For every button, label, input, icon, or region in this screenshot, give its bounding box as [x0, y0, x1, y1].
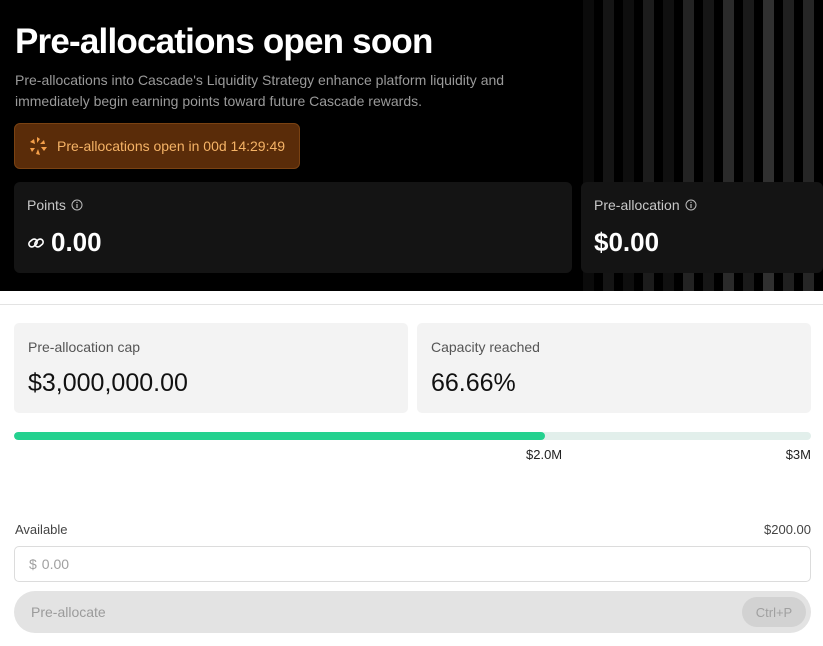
info-icon[interactable] [71, 199, 83, 211]
points-value: 0.00 [51, 227, 102, 257]
preallocation-value: $0.00 [594, 227, 660, 257]
amount-input[interactable] [41, 556, 742, 572]
preallocation-label: Pre-allocation [594, 197, 680, 213]
points-link-icon [28, 237, 44, 248]
preallocation-card: Pre-allocation $0.00 [581, 182, 823, 273]
capacity-label: Capacity reached [431, 339, 540, 355]
section-divider [0, 304, 823, 305]
countdown-text: Pre-allocations open in 00d 14:29:49 [57, 138, 286, 154]
progress-end-label: $3M [785, 447, 811, 462]
progress-marker-label: $2.0M [526, 447, 563, 462]
info-icon[interactable] [685, 199, 697, 211]
page-title: Pre-allocations open soon [15, 22, 433, 61]
points-card: Points 0.00 [14, 182, 572, 273]
preallocate-label: Pre-allocate [31, 604, 106, 620]
page-description: Pre-allocations into Cascade's Liquidity… [15, 72, 505, 109]
currency-symbol: $ [29, 556, 37, 572]
available-label: Available [15, 522, 68, 537]
hero-banner: Pre-allocations open soon Pre-allocation… [0, 0, 823, 291]
countdown-banner: Pre-allocations open in 00d 14:29:49 [14, 123, 300, 169]
keyboard-shortcut-badge: Ctrl+P [742, 597, 806, 627]
capacity-value: 66.66% [431, 369, 516, 397]
cap-value: $3,000,000.00 [28, 369, 188, 397]
capacity-progress-bar [14, 432, 811, 440]
points-label-row: Points [27, 197, 83, 213]
points-value-row: 0.00 [27, 227, 102, 258]
cap-label: Pre-allocation cap [28, 339, 141, 355]
preallocate-button[interactable]: Pre-allocate Ctrl+P [14, 591, 811, 633]
capacity-progress-fill [14, 432, 546, 440]
amount-field[interactable]: $ [14, 546, 811, 582]
preallocation-label-row: Pre-allocation [594, 197, 697, 213]
available-balance: $200.00 [764, 522, 811, 537]
preallocation-cap-card: Pre-allocation cap $3,000,000.00 [14, 323, 408, 413]
points-label: Points [27, 197, 66, 213]
capacity-card: Capacity reached 66.66% [417, 323, 811, 413]
cascade-logo-icon [30, 137, 47, 155]
